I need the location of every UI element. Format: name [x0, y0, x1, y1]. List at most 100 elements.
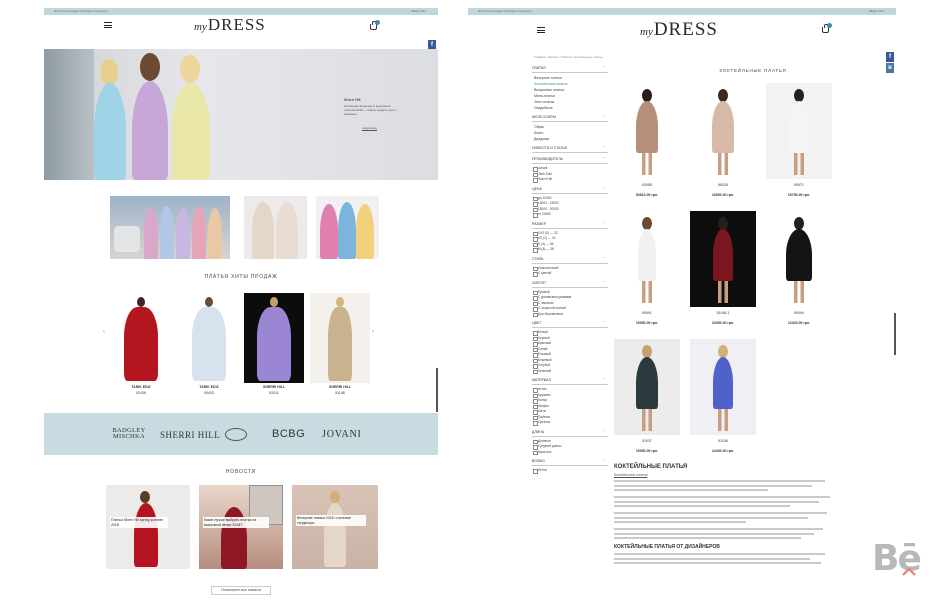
- product-card-image[interactable]: [614, 339, 680, 435]
- login-links[interactable]: ⌕ Вход / Рег: [410, 9, 426, 13]
- news-dress: [134, 503, 158, 567]
- product-code[interactable]: 51037: [614, 439, 680, 443]
- facebook-icon[interactable]: f: [886, 52, 894, 62]
- product-name[interactable]: SHERRI HILL: [244, 385, 304, 389]
- filter-heading[interactable]: ЦЕНА: [532, 186, 608, 194]
- brand-logo-bcbg[interactable]: BCBG: [272, 428, 305, 440]
- product-code[interactable]: 51048-1: [690, 311, 756, 315]
- model-1-dress: [94, 83, 126, 180]
- product-code[interactable]: 51108: [690, 439, 756, 443]
- product-name[interactable]: SHERRI HILL: [310, 385, 370, 389]
- filter-heading[interactable]: ВОЗМО: [532, 458, 608, 466]
- product-card-image[interactable]: [614, 83, 680, 179]
- hero-background-wall: [44, 49, 94, 180]
- text-line: [614, 480, 826, 482]
- brand-logo-jovani[interactable]: JOVANI: [322, 429, 362, 440]
- text-line: [614, 512, 828, 514]
- login-links[interactable]: ⌕ Вход / Рег: [868, 9, 884, 13]
- news-card-title[interactable]: Какие лучше выбрать платья на выпускной …: [203, 517, 269, 528]
- model-2-hair: [140, 53, 160, 81]
- text-line: [614, 484, 812, 487]
- all-news-button[interactable]: Посмотреть все новости: [211, 586, 271, 595]
- product-card-image[interactable]: [180, 293, 238, 383]
- product-price: 90403: [204, 391, 214, 395]
- filter-heading[interactable]: НОВОСТИ И СТАТЬИ: [532, 145, 608, 153]
- filter-checkbox[interactable]: M (6) — 38: [532, 247, 608, 253]
- product-card-image[interactable]: [310, 293, 370, 383]
- filter-heading[interactable]: РАЗМЕР: [532, 221, 608, 229]
- filter-section: АКСЕССУАРЫОбувьКлатчДиадемы: [532, 114, 608, 142]
- product-dress: [636, 101, 658, 153]
- sidebar-category-link[interactable]: Диадемы: [532, 136, 608, 142]
- hero-banner[interactable]: Sherri Hill Коллекция вечерних и выпускн…: [44, 49, 438, 180]
- filter-section: ЦВЕТБелыйЧерныйКрасныйСинийРозовыйБежевы…: [532, 320, 608, 375]
- page-scrollbar-thumb[interactable]: [894, 313, 896, 355]
- model-1-hair: [100, 59, 118, 85]
- menu-icon[interactable]: [537, 27, 545, 33]
- brand-logo-sherri-hill[interactable]: SHERRI HILL: [160, 430, 220, 440]
- product-code[interactable]: 66026: [690, 183, 756, 187]
- site-logo[interactable]: myDRESS: [194, 15, 266, 35]
- product-code[interactable]: 50494: [766, 311, 832, 315]
- watermark-accent-icon: [902, 568, 916, 576]
- filter-heading[interactable]: ЦВЕТ: [532, 320, 608, 328]
- news-card-title[interactable]: Вечерние платья 2018: стильные тенденции: [296, 515, 366, 526]
- product-code[interactable]: 63085: [614, 183, 680, 187]
- breadcrumb[interactable]: Главная / Каталог / Платья / Коктейльные…: [534, 55, 603, 59]
- news-card-title[interactable]: Платья Sherri Hill spring summer 2018: [110, 517, 168, 528]
- product-price: 14400.00 грн.: [711, 449, 735, 453]
- news-card-image[interactable]: Вечерние платья 2018: стильные тенденции: [292, 485, 378, 569]
- top-links[interactable]: Шоу-Коллекции Магазин Контакты: [478, 9, 532, 13]
- sidebar-category-link[interactable]: Свадебные: [532, 105, 608, 111]
- promo-photo-trio[interactable]: [316, 196, 379, 259]
- product-card-image[interactable]: [112, 293, 170, 383]
- filter-checkbox[interactable]: Зеленый: [532, 369, 608, 375]
- news-card-image[interactable]: Платья Sherri Hill spring summer 2018: [106, 485, 190, 569]
- product-code[interactable]: 50671: [766, 183, 832, 187]
- filter-checkbox[interactable]: от 20000: [532, 212, 608, 218]
- filter-checkbox[interactable]: Органза: [532, 420, 608, 426]
- cart-icon[interactable]: [370, 20, 380, 30]
- carousel-next-icon[interactable]: ›: [372, 329, 374, 335]
- product-card-image[interactable]: [690, 339, 756, 435]
- filter-section: СТИЛЬКлассическийС цветой: [532, 256, 608, 277]
- brand-logo-badgley[interactable]: BADGLEY MISCHKA: [108, 427, 150, 440]
- filter-checkbox[interactable]: Короткое: [532, 450, 608, 456]
- product-name[interactable]: TARIK EDIZ: [112, 385, 170, 389]
- hero-more-link[interactable]: подробнее: [362, 126, 377, 130]
- filter-checkbox[interactable]: Для беременных: [532, 312, 608, 318]
- filter-heading[interactable]: ПРОИЗВОДИТЕЛЬ: [532, 156, 608, 164]
- filter-heading[interactable]: МАТЕРИАЛ: [532, 377, 608, 385]
- menu-icon[interactable]: [104, 22, 112, 28]
- product-card-image[interactable]: [244, 293, 304, 383]
- carousel-prev-icon[interactable]: ‹: [103, 329, 105, 335]
- product-card-image[interactable]: [690, 211, 756, 307]
- filter-checkbox[interactable]: С цветой: [532, 271, 608, 277]
- product-name[interactable]: TARIK EDIZ: [180, 385, 238, 389]
- promo-photo-group[interactable]: [110, 196, 230, 259]
- filter-checkbox[interactable]: Лента: [532, 468, 608, 474]
- product-card-image[interactable]: [614, 211, 680, 307]
- filter-heading[interactable]: СИЛУЭТ: [532, 280, 608, 288]
- product-card-image[interactable]: [690, 83, 756, 179]
- product-card-image[interactable]: [766, 211, 832, 307]
- filter-section: ПЛАТЬЯВечерние платьяКоктейльные платьяВ…: [532, 65, 608, 111]
- news-card-image[interactable]: Какие лучше выбрать платья на выпускной …: [199, 485, 283, 569]
- site-logo[interactable]: myDRESS: [640, 19, 718, 41]
- promo-model: [160, 206, 174, 259]
- product-model-legs: [718, 281, 728, 303]
- model-2-dress: [132, 81, 168, 180]
- product-code[interactable]: 50691: [614, 311, 680, 315]
- filter-checkbox[interactable]: Sherri Hill: [532, 177, 608, 183]
- filter-heading[interactable]: СТИЛЬ: [532, 256, 608, 264]
- brand-logo-emblem[interactable]: [225, 428, 247, 441]
- filter-heading[interactable]: ПЛАТЬЯ: [532, 65, 608, 73]
- product-card-image[interactable]: [766, 83, 832, 179]
- page-scrollbar-thumb[interactable]: [436, 368, 438, 412]
- cart-icon[interactable]: [822, 23, 832, 33]
- promo-photo-duo[interactable]: [244, 196, 307, 259]
- top-links[interactable]: Шоу-Коллекции Магазин Контакты: [54, 9, 108, 13]
- filter-heading[interactable]: ДЛИНА: [532, 429, 608, 437]
- filter-heading[interactable]: АКСЕССУАРЫ: [532, 114, 608, 122]
- product-dress: [192, 307, 226, 381]
